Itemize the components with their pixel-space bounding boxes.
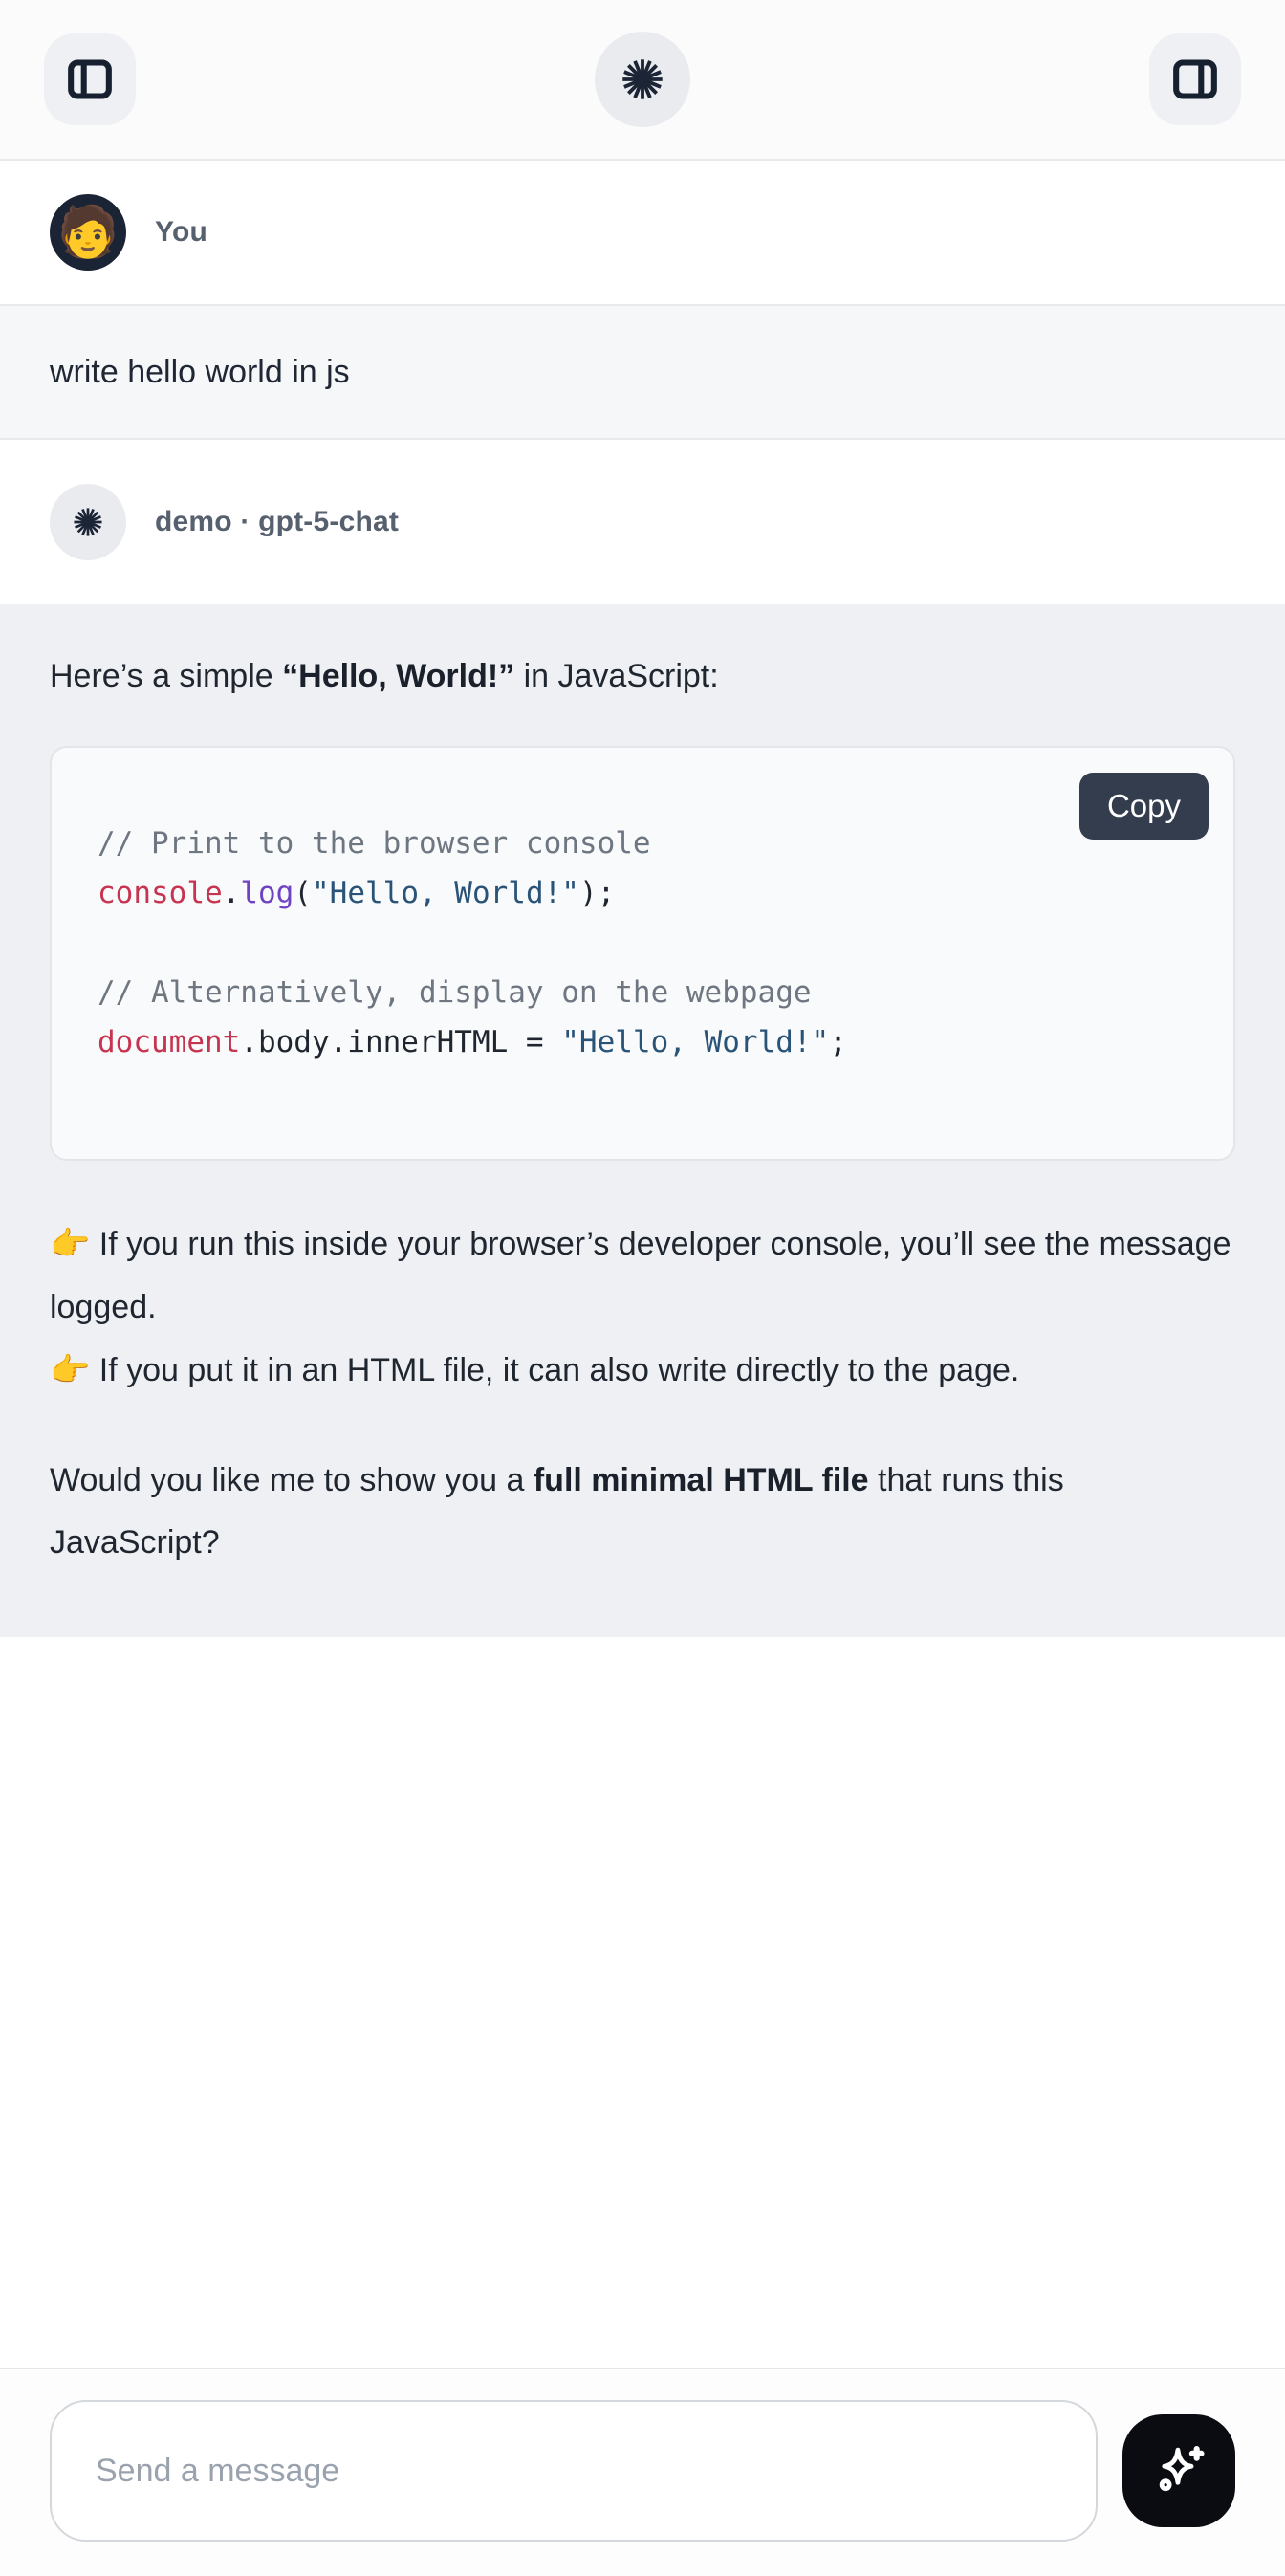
message-input[interactable]: [50, 2400, 1098, 2542]
assistant-tip-1: 👉 If you run this inside your browser’s …: [50, 1212, 1235, 1339]
user-avatar-emoji: 🧑: [57, 207, 120, 257]
user-message-text: write hello world in js: [50, 354, 350, 390]
sidebar-toggle-button[interactable]: [44, 33, 136, 125]
right-panel-toggle-button[interactable]: [1149, 33, 1241, 125]
copy-button[interactable]: Copy: [1079, 773, 1209, 840]
chat-scroll-area[interactable]: [0, 1637, 1285, 2368]
sidebar-left-icon: [63, 53, 117, 106]
starburst-icon: [617, 54, 668, 105]
code-content: // Print to the browser console console.…: [52, 748, 1233, 1159]
assistant-tip-2: 👉 If you put it in an HTML file, it can …: [50, 1339, 1235, 1402]
app-logo: [595, 32, 690, 127]
user-message-header: 🧑 You: [0, 161, 1285, 304]
composer: [0, 2368, 1285, 2576]
code-block: Copy // Print to the browser console con…: [50, 746, 1235, 1161]
assistant-closing-text: Would you like me to show you a full min…: [50, 1450, 1235, 1574]
starburst-icon: [70, 504, 106, 540]
assistant-intro-text: Here’s a simple “Hello, World!” in JavaS…: [50, 648, 1235, 704]
sparkle-icon: [1148, 2440, 1209, 2501]
send-button[interactable]: [1122, 2414, 1235, 2527]
user-avatar: 🧑: [50, 194, 126, 271]
assistant-message-header: demo · gpt-5-chat: [0, 440, 1285, 604]
assistant-message: Here’s a simple “Hello, World!” in JavaS…: [0, 604, 1285, 1637]
sidebar-right-icon: [1168, 53, 1222, 106]
assistant-avatar: [50, 484, 126, 560]
user-message: write hello world in js: [0, 304, 1285, 440]
top-bar: [0, 0, 1285, 161]
user-name-label: You: [155, 216, 207, 249]
code-text: // Print to the browser console console.…: [98, 826, 847, 1059]
assistant-name-label: demo · gpt-5-chat: [155, 506, 399, 538]
